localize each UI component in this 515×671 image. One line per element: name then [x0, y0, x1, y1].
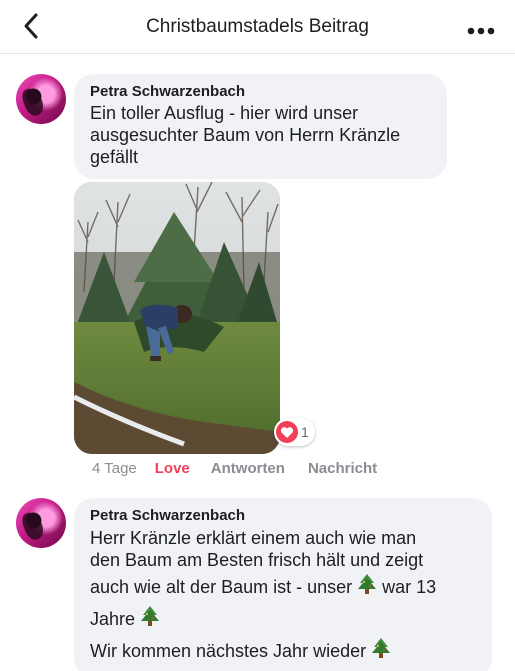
message-button[interactable]: Nachricht	[308, 460, 377, 477]
comment-author[interactable]: Petra Schwarzenbach	[90, 507, 478, 525]
comment-photo[interactable]	[74, 182, 280, 454]
comment-actions: 4 Tage Love Antworten Nachricht	[92, 460, 377, 477]
reaction-count: 1	[301, 424, 309, 440]
comment-text: Ein toller Ausflug - hier wird unser aus…	[90, 103, 401, 167]
comment-text-line: Jahre	[90, 603, 478, 635]
top-bar: Christbaumstadels Beitrag	[0, 0, 515, 54]
page-title: Christbaumstadels Beitrag	[146, 16, 369, 37]
comment-text-part: auch wie alt der Baum ist - unser	[90, 577, 353, 597]
christmas-tree-icon	[358, 574, 377, 594]
comment-bubble: Petra Schwarzenbach Herr Kränzle erklärt…	[74, 498, 492, 671]
more-options-button[interactable]	[467, 22, 495, 35]
avatar[interactable]	[16, 498, 66, 548]
more-horizontal-icon	[467, 27, 495, 35]
comment-text-part: war 13	[382, 577, 437, 597]
christmas-tree-icon	[372, 638, 391, 658]
comment-timestamp: 4 Tage	[92, 460, 137, 477]
comment-text-part: Wir kommen nächstes Jahr wieder	[90, 641, 367, 661]
comment-bubble: Petra Schwarzenbach Ein toller Ausflug -…	[74, 74, 447, 179]
heart-icon	[276, 421, 298, 443]
christmas-tree-icon	[141, 606, 160, 626]
comment-text-line: auch wie alt der Baum ist - unser war 13	[90, 571, 478, 603]
comment-author[interactable]: Petra Schwarzenbach	[90, 83, 433, 100]
comment-text-part: Jahre	[90, 609, 136, 629]
comment-text-line: den Baum am Besten frisch hält und zeigt	[90, 550, 424, 570]
reaction-summary[interactable]: 1	[274, 418, 315, 446]
photo-image	[74, 182, 280, 454]
love-button[interactable]: Love	[155, 460, 190, 477]
avatar[interactable]	[16, 74, 66, 124]
comment-text-line: Wir kommen nächstes Jahr wieder	[90, 635, 478, 667]
comment-text-line: Herr Kränzle erklärt einem auch wie man	[90, 528, 417, 548]
reply-button[interactable]: Antworten	[211, 460, 285, 477]
